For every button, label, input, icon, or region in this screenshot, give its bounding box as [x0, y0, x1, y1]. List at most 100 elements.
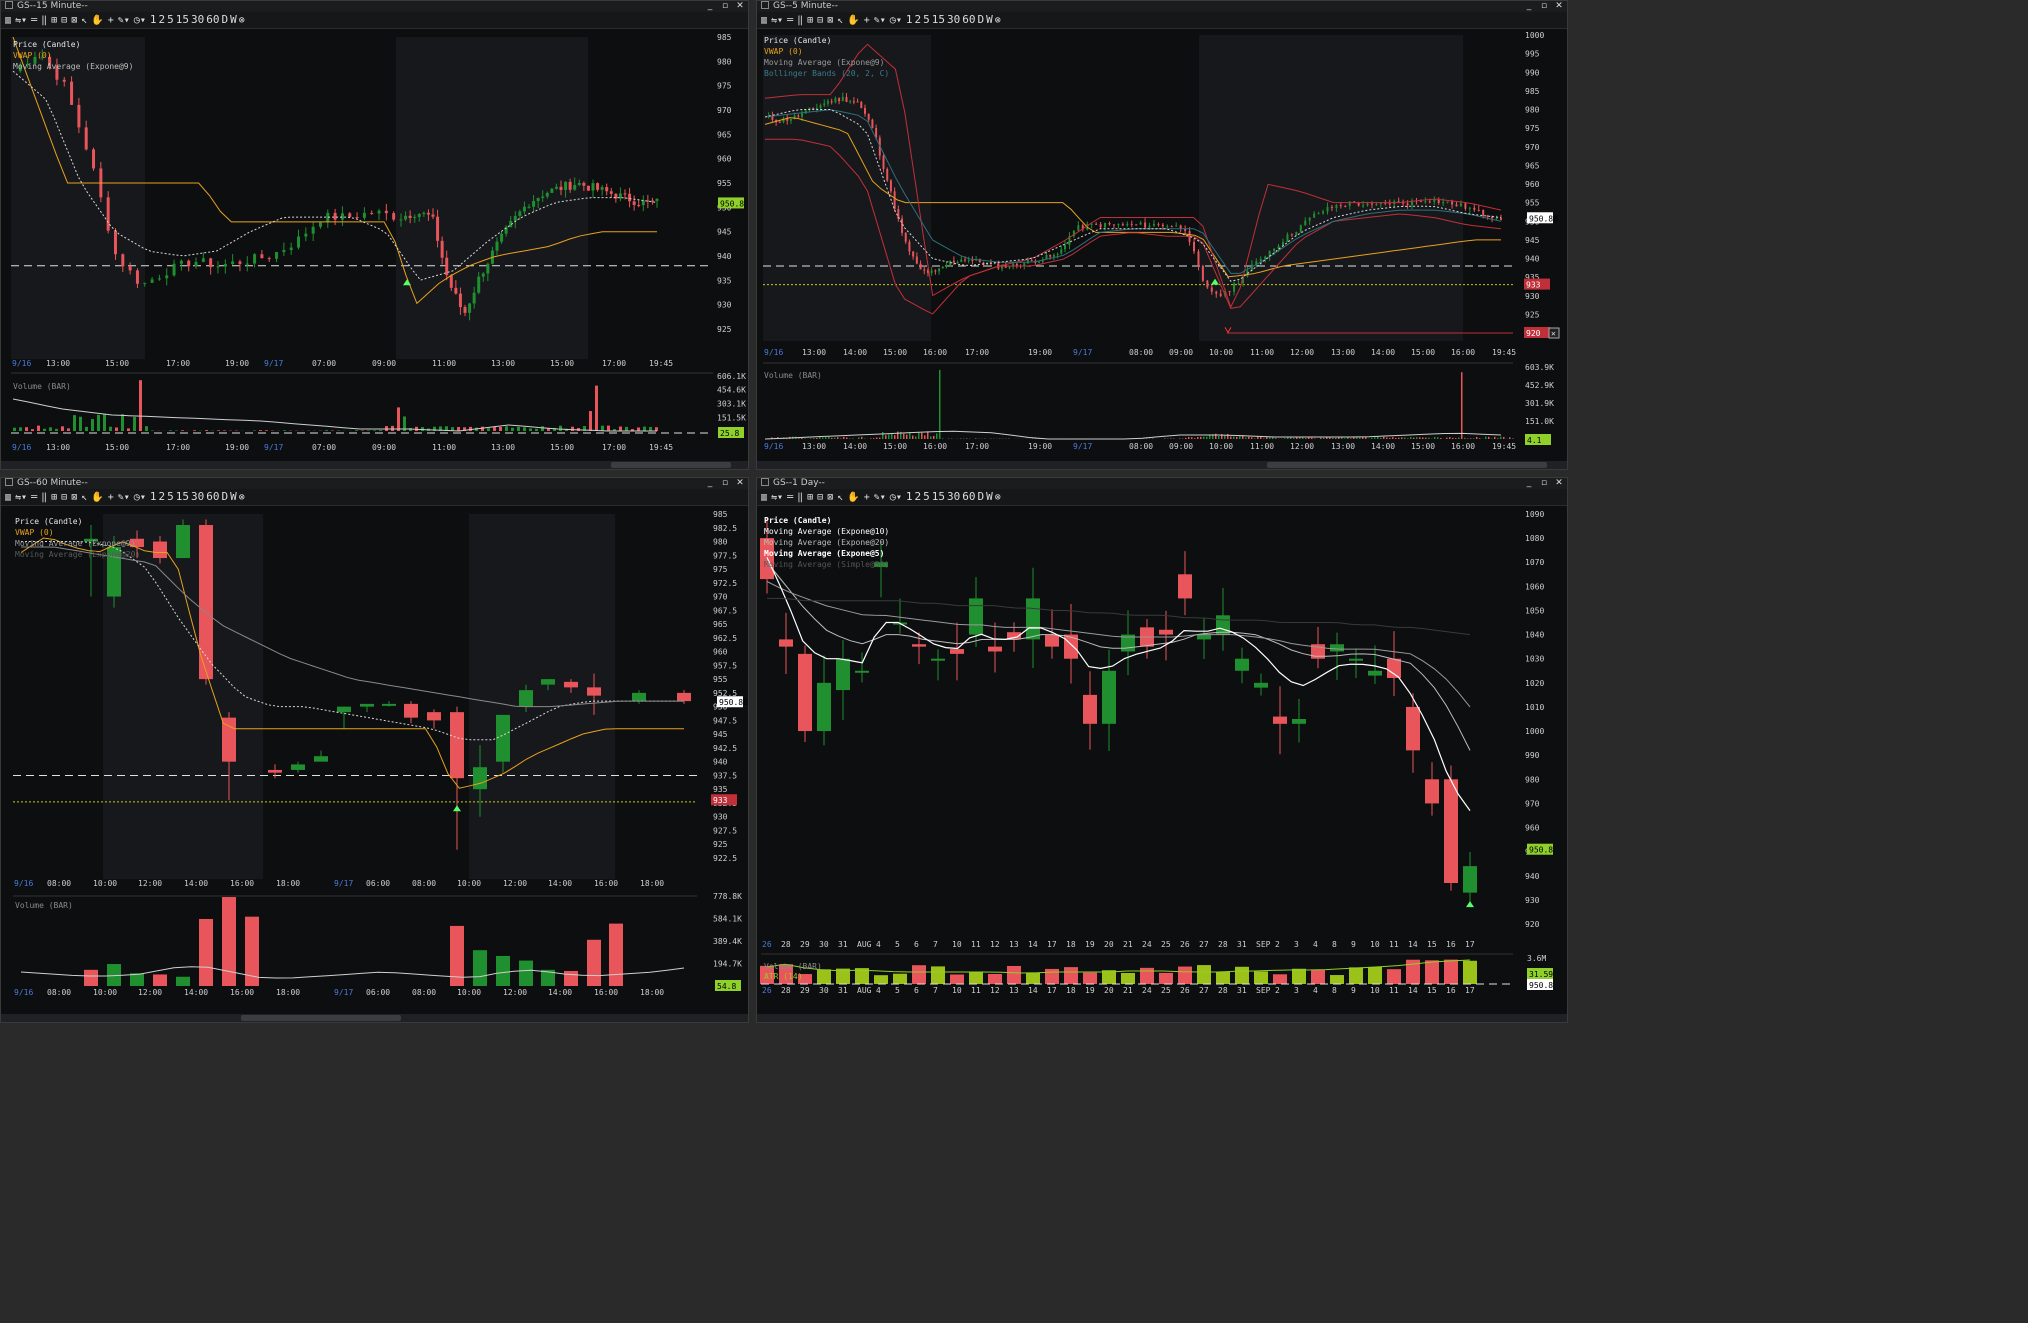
scrollbar-thumb[interactable] — [241, 1015, 401, 1021]
cancel-icon[interactable]: ⊗ — [239, 490, 245, 506]
timeframe-15[interactable]: 15 — [932, 12, 945, 28]
timeframe-1[interactable]: 1 — [906, 12, 913, 28]
grid-layout-icon[interactable]: ⊞ — [51, 490, 57, 506]
maximize-button[interactable]: ▫ — [1538, 1, 1550, 11]
maximize-button[interactable]: ▫ — [719, 1, 731, 11]
zoom-icon[interactable]: ⊠ — [827, 490, 833, 506]
cancel-icon[interactable]: ⊗ — [995, 13, 1001, 29]
pause-icon[interactable]: ‖ — [797, 490, 803, 506]
lines-icon[interactable]: ═ — [31, 490, 37, 506]
lines-icon[interactable]: ═ — [787, 13, 793, 29]
clock-icon[interactable]: ◷▾ — [134, 13, 146, 29]
compare-icon[interactable]: ⊟ — [61, 13, 67, 29]
minimize-button[interactable]: _ — [1523, 478, 1535, 488]
zoom-icon[interactable]: ⊠ — [827, 13, 833, 29]
hand-tool-icon[interactable]: ✋ — [847, 490, 859, 506]
timeframe-w[interactable]: W — [230, 489, 237, 505]
chart-type-icon[interactable]: ▥ — [761, 490, 767, 506]
draw-tool-icon[interactable]: ✎▾ — [874, 490, 886, 506]
timeframe-60[interactable]: 60 — [962, 489, 975, 505]
timeframe-60[interactable]: 60 — [206, 489, 219, 505]
timeframe-w[interactable]: W — [986, 12, 993, 28]
timeframe-2[interactable]: 2 — [158, 489, 165, 505]
timeframe-5[interactable]: 5 — [167, 489, 174, 505]
panel-60-minute[interactable]: GS--60 Minute-- _ ▫ ✕ ▥ ⇋▾ ═ ‖ ⊞ ⊟ ⊠ ↖ ✋ + ✎▾ ◷▾ 1 2 5 15… — [0, 477, 749, 1023]
timeframe-d[interactable]: D — [977, 12, 984, 28]
close-button[interactable]: ✕ — [1553, 478, 1565, 488]
timeframe-30[interactable]: 30 — [947, 12, 960, 28]
timeframe-30[interactable]: 30 — [947, 489, 960, 505]
horizontal-scrollbar[interactable] — [757, 461, 1567, 469]
pause-icon[interactable]: ‖ — [41, 490, 47, 506]
chart-60-minute[interactable]: 985 982.5 980 977.5 975 972.5 970 967.5 965 962.5… — [1, 506, 748, 1018]
maximize-button[interactable]: ▫ — [1538, 478, 1550, 488]
pause-icon[interactable]: ‖ — [797, 13, 803, 29]
chart-settings-icon[interactable]: ⇋▾ — [15, 490, 27, 506]
timeframe-2[interactable]: 2 — [914, 12, 921, 28]
timeframe-w[interactable]: W — [986, 489, 993, 505]
chart-1-day[interactable]: 1090108010701060105010401030102010101000… — [757, 506, 1567, 1018]
scrollbar-thumb[interactable] — [1267, 462, 1547, 468]
lines-icon[interactable]: ═ — [787, 490, 793, 506]
timeframe-15[interactable]: 15 — [932, 489, 945, 505]
crosshair-tool-icon[interactable]: + — [864, 490, 870, 506]
grid-layout-icon[interactable]: ⊞ — [807, 13, 813, 29]
clock-icon[interactable]: ◷▾ — [134, 490, 146, 506]
panel-1-day[interactable]: GS--1 Day-- _ ▫ ✕ ▥ ⇋▾ ═ ‖ ⊞ ⊟ ⊠ ↖ ✋ + ✎▾ ◷▾ 1 2 5 15 30 60… — [756, 477, 1568, 1023]
crosshair-tool-icon[interactable]: + — [108, 13, 114, 29]
timeframe-d[interactable]: D — [221, 12, 228, 28]
minimize-button[interactable]: _ — [704, 1, 716, 11]
clock-icon[interactable]: ◷▾ — [890, 490, 902, 506]
chart-5-minute[interactable]: 1000995990985980975970965960955950945940… — [757, 29, 1567, 461]
crosshair-tool-icon[interactable]: + — [108, 490, 114, 506]
timeframe-1[interactable]: 1 — [150, 12, 157, 28]
timeframe-d[interactable]: D — [221, 489, 228, 505]
timeframe-5[interactable]: 5 — [923, 12, 930, 28]
timeframe-2[interactable]: 2 — [914, 489, 921, 505]
chart-type-icon[interactable]: ▥ — [5, 490, 11, 506]
crosshair-tool-icon[interactable]: + — [864, 13, 870, 29]
timeframe-2[interactable]: 2 — [158, 12, 165, 28]
grid-layout-icon[interactable]: ⊞ — [807, 490, 813, 506]
horizontal-scrollbar[interactable] — [757, 1014, 1567, 1022]
cursor-tool-icon[interactable]: ↖ — [81, 490, 87, 506]
timeframe-60[interactable]: 60 — [962, 12, 975, 28]
timeframe-d[interactable]: D — [977, 489, 984, 505]
draw-tool-icon[interactable]: ✎▾ — [118, 13, 130, 29]
grid-layout-icon[interactable]: ⊞ — [51, 13, 57, 29]
minimize-button[interactable]: _ — [704, 478, 716, 488]
scrollbar-thumb[interactable] — [611, 462, 731, 468]
cancel-icon[interactable]: ⊗ — [995, 490, 1001, 506]
clock-icon[interactable]: ◷▾ — [890, 13, 902, 29]
timeframe-1[interactable]: 1 — [150, 489, 157, 505]
panel-15-minute-titlebar[interactable]: GS--15 Minute-- _ ▫ ✕ — [1, 1, 748, 12]
chart-settings-icon[interactable]: ⇋▾ — [15, 13, 27, 29]
compare-icon[interactable]: ⊟ — [817, 490, 823, 506]
lines-icon[interactable]: ═ — [31, 13, 37, 29]
chart-15-minute[interactable]: 9859809759709659609559509459409359309259… — [1, 29, 748, 461]
chart-type-icon[interactable]: ▥ — [761, 13, 767, 29]
maximize-button[interactable]: ▫ — [719, 478, 731, 488]
chart-settings-icon[interactable]: ⇋▾ — [771, 13, 783, 29]
close-button[interactable]: ✕ — [734, 1, 746, 11]
cursor-tool-icon[interactable]: ↖ — [81, 13, 87, 29]
close-button[interactable]: ✕ — [734, 478, 746, 488]
timeframe-30[interactable]: 30 — [191, 12, 204, 28]
timeframe-60[interactable]: 60 — [206, 12, 219, 28]
compare-icon[interactable]: ⊟ — [817, 13, 823, 29]
horizontal-scrollbar[interactable] — [1, 461, 748, 469]
timeframe-30[interactable]: 30 — [191, 489, 204, 505]
draw-tool-icon[interactable]: ✎▾ — [118, 490, 130, 506]
draw-tool-icon[interactable]: ✎▾ — [874, 13, 886, 29]
timeframe-15[interactable]: 15 — [176, 12, 189, 28]
timeframe-5[interactable]: 5 — [167, 12, 174, 28]
timeframe-w[interactable]: W — [230, 12, 237, 28]
panel-5-minute-titlebar[interactable]: GS--5 Minute-- _ ▫ ✕ — [757, 1, 1567, 12]
hand-tool-icon[interactable]: ✋ — [847, 13, 859, 29]
hand-tool-icon[interactable]: ✋ — [91, 490, 103, 506]
horizontal-scrollbar[interactable] — [1, 1014, 748, 1022]
panel-15-minute[interactable]: GS--15 Minute-- _ ▫ ✕ ▥ ⇋▾ ═ ‖ ⊞ ⊟ ⊠ ↖ ✋ + ✎▾ ◷▾ 1 2 5 15… — [0, 0, 749, 470]
panel-5-minute[interactable]: GS--5 Minute-- _ ▫ ✕ ▥ ⇋▾ ═ ‖ ⊞ ⊟ ⊠ ↖ ✋ + ✎▾ ◷▾ 1 2 5 15 3… — [756, 0, 1568, 470]
cursor-tool-icon[interactable]: ↖ — [837, 490, 843, 506]
chart-type-icon[interactable]: ▥ — [5, 13, 11, 29]
